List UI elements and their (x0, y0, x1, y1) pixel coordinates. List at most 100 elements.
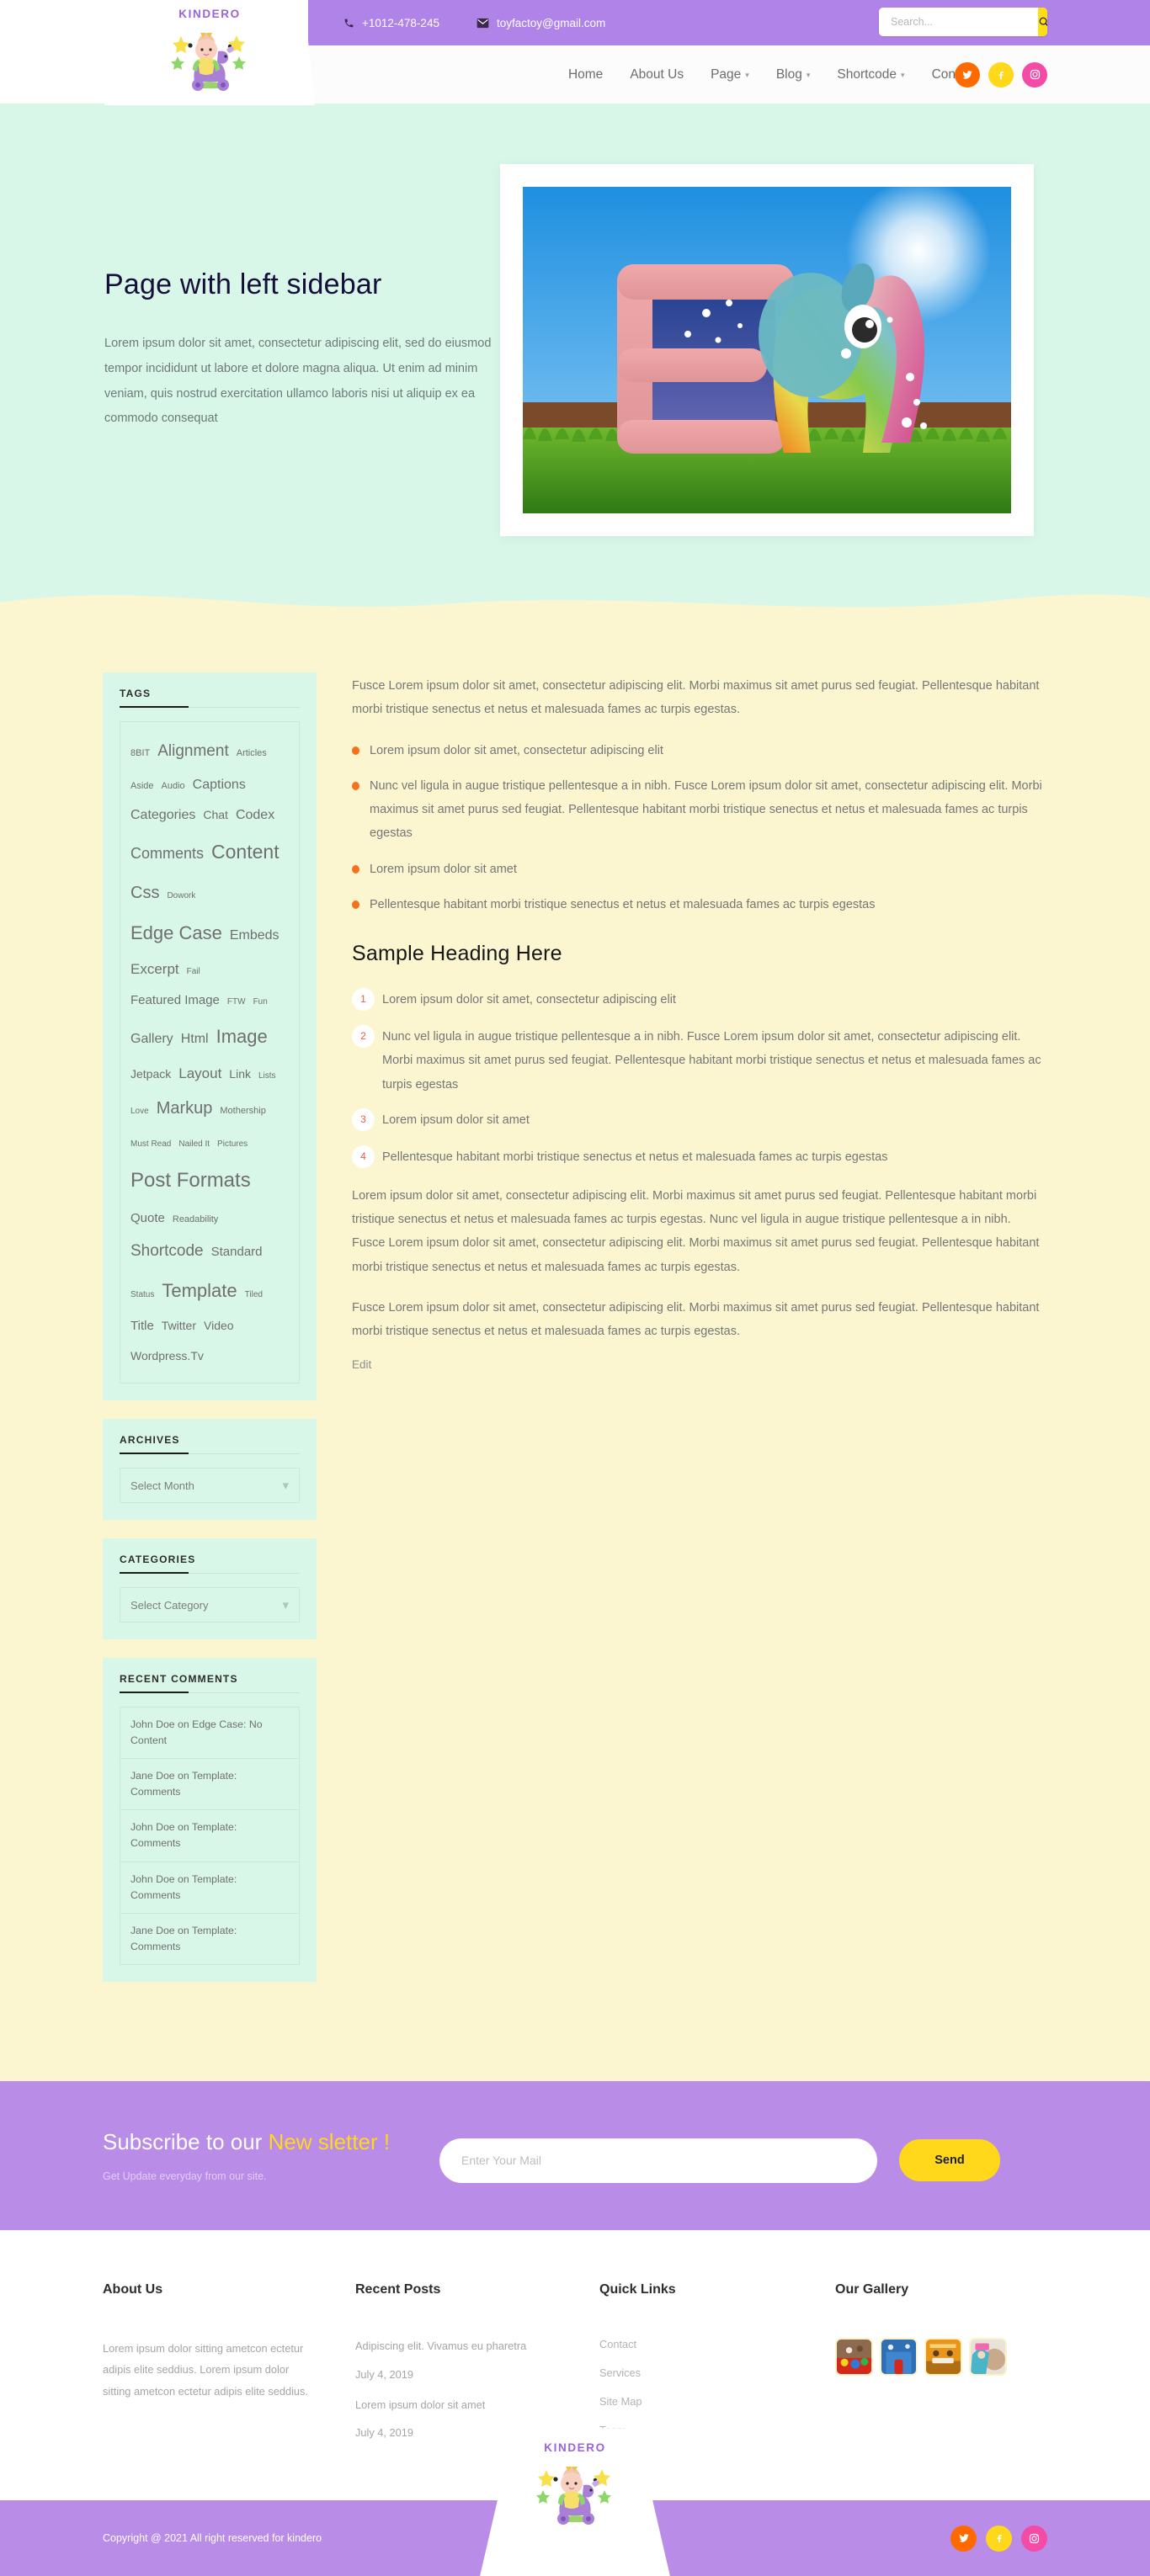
tag-link[interactable]: Markup (157, 1090, 213, 1128)
tag-link[interactable]: Image (216, 1016, 268, 1058)
tag-link[interactable]: Categories (130, 800, 195, 831)
search-input[interactable] (879, 8, 1038, 36)
footer-recent-post-title[interactable]: Adipiscing elit. Vivamus eu pharetra (355, 2338, 599, 2355)
nav-item-home[interactable]: Home (568, 67, 603, 82)
recent-comment-item[interactable]: John Doe on Template: Comments (120, 1810, 299, 1862)
recent-comment-item[interactable]: Jane Doe on Template: Comments (120, 1914, 299, 1964)
tag-link[interactable]: Post Formats (130, 1158, 251, 1203)
tag-link[interactable]: Excerpt (130, 953, 179, 985)
social-facebook-button[interactable] (988, 61, 1014, 88)
main-nav-bar: Home About Us Page▾ Blog▾ Shortcode▾ Con… (308, 45, 1150, 104)
tag-link[interactable]: Comments (130, 837, 204, 871)
tag-link[interactable]: Nailed It (178, 1135, 210, 1155)
footer-social-instagram-button[interactable] (1021, 2525, 1047, 2552)
tag-link[interactable]: Link (229, 1061, 251, 1088)
tag-link[interactable]: Embeds (230, 921, 280, 951)
recent-comment-item[interactable]: John Doe on Edge Case: No Content (120, 1708, 299, 1760)
nav-item-shortcode[interactable]: Shortcode ▾ (837, 67, 904, 82)
tag-link[interactable]: Mothership (220, 1101, 265, 1122)
phone-item[interactable]: +1012-478-245 (343, 17, 439, 29)
categories-select[interactable]: Select Category ▾ (120, 1587, 300, 1623)
widget-archives: ARCHIVES Select Month ▾ (103, 1419, 317, 1521)
social-twitter-button[interactable] (955, 61, 980, 88)
tag-link[interactable]: Captions (193, 770, 246, 800)
site-logo[interactable]: KINDERO (104, 0, 315, 105)
gallery-thumb-4[interactable] (969, 2337, 1007, 2376)
footer-gallery-column: Our Gallery (835, 2282, 1047, 2456)
tag-link[interactable]: FTW (227, 993, 246, 1012)
tag-link[interactable]: Wordpress.Tv (130, 1343, 204, 1370)
newsletter-send-button[interactable]: Send (899, 2139, 1000, 2182)
tag-link[interactable]: Standard (211, 1238, 263, 1267)
tag-link[interactable]: Title (130, 1312, 154, 1341)
nav-label: Home (567, 66, 604, 82)
bullet-list-item: Lorem ipsum dolor sit amet (352, 858, 1047, 881)
footer-recent-post-title[interactable]: Lorem ipsum dolor sit amet (355, 2397, 599, 2414)
gallery-thumb-2[interactable] (880, 2337, 918, 2376)
recent-comment-item[interactable]: Jane Doe on Template: Comments (120, 1759, 299, 1811)
tag-link[interactable]: Gallery (130, 1024, 173, 1054)
tag-link[interactable]: Video (204, 1313, 234, 1340)
tag-link[interactable]: Love (130, 1102, 149, 1122)
tag-link[interactable]: Twitter (162, 1313, 196, 1340)
edit-link[interactable]: Edit (352, 1358, 371, 1371)
tag-link[interactable]: Status (130, 1286, 154, 1305)
tag-link[interactable]: 8BIT (130, 743, 150, 764)
tag-link[interactable]: Fail (187, 963, 200, 982)
footer-quick-link[interactable]: Services (599, 2366, 835, 2379)
left-sidebar: TAGS 8BIT Alignment Articles Aside Audio Capt… (103, 672, 317, 2000)
tag-link[interactable]: Audio (162, 776, 185, 797)
gallery-thumb-3[interactable] (924, 2337, 962, 2376)
email-text: toyfactoy@gmail.com (496, 16, 606, 29)
tag-link[interactable]: Must Read (130, 1135, 171, 1155)
tag-link[interactable]: Chat (203, 802, 228, 829)
tag-link[interactable]: Template (162, 1270, 237, 1312)
tag-link[interactable]: Featured Image (130, 986, 220, 1015)
widget-title-tags: TAGS (120, 688, 300, 708)
nav-item-about-us[interactable]: About Us (630, 67, 684, 82)
tag-link[interactable]: Articles (237, 743, 267, 764)
newsletter-email-input[interactable] (439, 2138, 877, 2183)
search-box[interactable] (879, 8, 1047, 36)
numbered-list-item: 1 Lorem ipsum dolor sit amet, consectetur… (352, 988, 1047, 1013)
tag-link[interactable]: Content (211, 831, 280, 874)
tag-link[interactable]: Alignment (157, 734, 229, 770)
footer-quick-link[interactable]: Contact (599, 2338, 835, 2350)
facebook-icon (997, 2535, 1002, 2543)
chevron-down-icon: ▾ (745, 71, 749, 79)
numbered-list-item: 2 Nunc vel ligula in augue tristique pell… (352, 1025, 1047, 1097)
nav-item-blog[interactable]: Blog ▾ (776, 67, 811, 82)
tag-link[interactable]: Tiled (245, 1286, 263, 1305)
footer-social-twitter-button[interactable] (950, 2525, 977, 2552)
newsletter-section: Subscribe to our New sletter ! Get Updat… (0, 2080, 1150, 2230)
content-heading: Sample Heading Here (352, 942, 562, 966)
tag-link[interactable]: Quote (130, 1204, 165, 1233)
tag-link[interactable]: Fun (253, 993, 268, 1012)
tag-link[interactable]: Jetpack (130, 1061, 171, 1088)
social-instagram-button[interactable] (1022, 61, 1047, 88)
tag-link[interactable]: Pictures (217, 1135, 248, 1155)
tag-link[interactable]: Edge Case (130, 912, 222, 954)
tag-link[interactable]: Readability (173, 1209, 218, 1230)
tag-link[interactable]: Shortcode (130, 1234, 204, 1270)
tag-cloud: 8BIT Alignment ArticlesAside Audio CaptionsC… (120, 721, 300, 1384)
tag-link[interactable]: Html (181, 1024, 209, 1054)
tag-link[interactable]: Layout (178, 1058, 221, 1090)
tag-link[interactable]: Aside (130, 776, 154, 797)
gallery-thumb-1[interactable] (835, 2337, 873, 2376)
recent-comment-item[interactable]: John Doe on Template: Comments (120, 1862, 299, 1914)
footer-social-facebook-button[interactable] (986, 2525, 1012, 2552)
footer-quick-link[interactable]: Site Map (599, 2395, 835, 2408)
tag-link[interactable]: Css (130, 874, 159, 912)
nav-item-page[interactable]: Page ▾ (711, 67, 749, 82)
numbered-list: 1 Lorem ipsum dolor sit amet, consectetur… (352, 988, 1047, 1171)
email-item[interactable]: toyfactoy@gmail.com (477, 17, 605, 29)
search-icon (1039, 17, 1047, 26)
tag-link[interactable]: Lists (258, 1067, 276, 1086)
search-button[interactable] (1038, 8, 1047, 36)
archives-select[interactable]: Select Month ▾ (120, 1468, 300, 1504)
nav-label: About Us (630, 66, 684, 82)
tag-link[interactable]: Codex (236, 800, 274, 831)
tag-link[interactable]: Dowork (167, 887, 195, 906)
footer-recent-post-date: July 4, 2019 (355, 2367, 414, 2381)
